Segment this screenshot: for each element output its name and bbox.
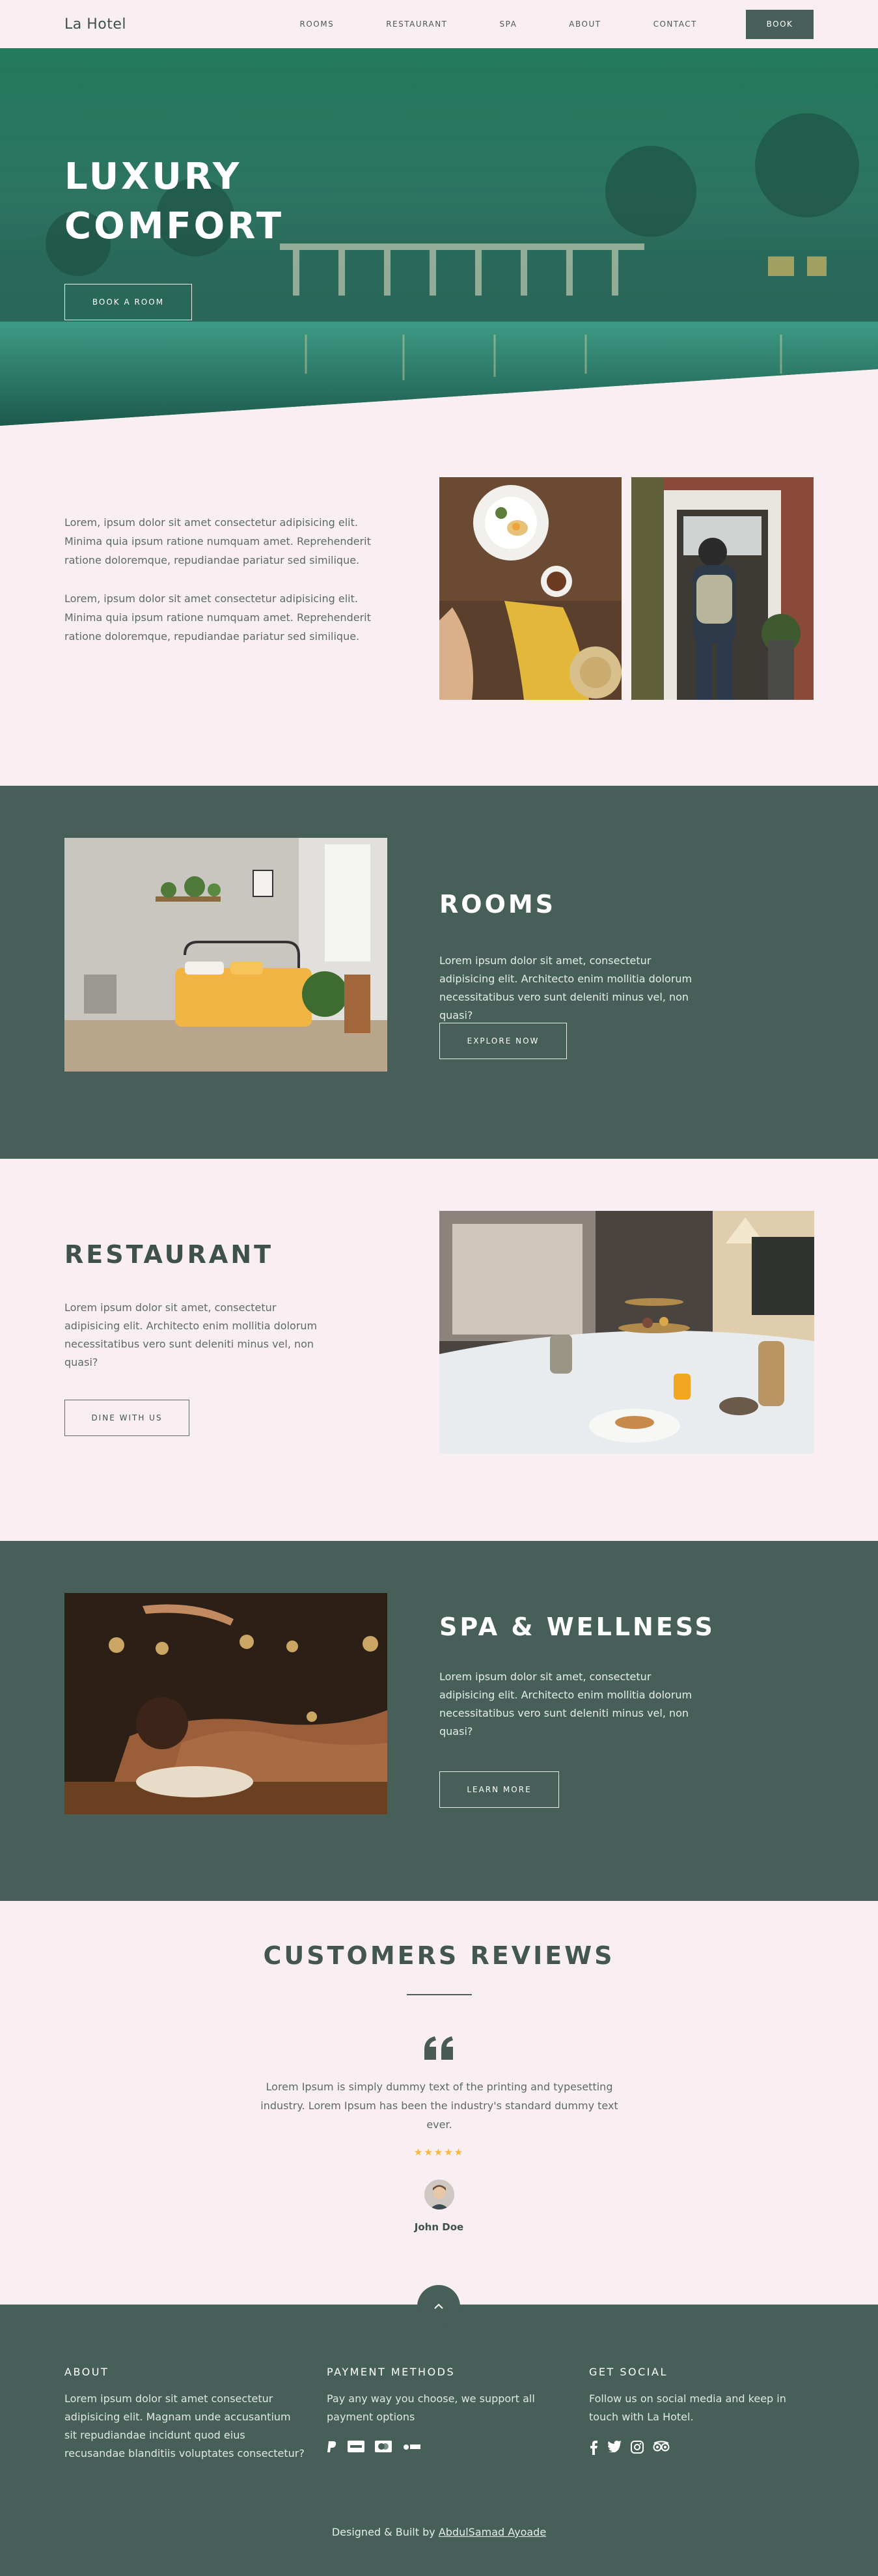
book-a-room-button[interactable]: BOOK A ROOM: [64, 284, 192, 320]
explore-now-button[interactable]: EXPLORE NOW: [439, 1023, 567, 1059]
avatar: [424, 2180, 454, 2209]
review-quote: Lorem Ipsum is simply dummy text of the …: [260, 2081, 618, 2131]
spa-title: SPA & WELLNESS: [439, 1613, 715, 1641]
top-nav: La Hotel ROOMS RESTAURANT SPA ABOUT CONT…: [0, 0, 878, 48]
credit-author-link[interactable]: AbdulSamad Ayoade: [439, 2526, 546, 2538]
intro-paragraph: Lorem, ipsum dolor sit amet consectetur …: [64, 592, 371, 643]
chevron-up-icon: [434, 2303, 443, 2309]
restaurant-section: RESTAURANT Lorem ipsum dolor sit amet, c…: [0, 1159, 878, 1541]
footer-payment: PAYMENT METHODS Pay any way you choose, …: [327, 2366, 548, 2454]
spa-photo: [64, 1593, 387, 1814]
social-icons: [589, 2441, 797, 2455]
reviewer-name: John Doe: [414, 2221, 464, 2233]
restaurant-title: RESTAURANT: [64, 1240, 274, 1269]
footer-payment-title: PAYMENT METHODS: [327, 2366, 456, 2378]
nav-link-about[interactable]: ABOUT: [569, 20, 601, 29]
nav-link-rooms[interactable]: ROOMS: [300, 20, 335, 29]
title-divider: [407, 1994, 472, 1995]
rooms-section: ROOMS Lorem ipsum dolor sit amet, consec…: [0, 786, 878, 1159]
brand-logo[interactable]: La Hotel: [64, 16, 126, 33]
footer-about-title: ABOUT: [64, 2366, 109, 2378]
book-button[interactable]: BOOK: [746, 9, 814, 39]
hero-title-line2: COMFORT: [64, 205, 284, 247]
footer-credit: Designed & Built by AbdulSamad Ayoade: [0, 2526, 878, 2538]
restaurant-text: Lorem ipsum dolor sit amet, consectetur …: [64, 1301, 318, 1368]
nav-link-spa[interactable]: SPA: [500, 20, 517, 29]
nav-links: ROOMS RESTAURANT SPA ABOUT CONTACT BOOK: [300, 9, 814, 39]
quote-icon: [424, 2036, 453, 2060]
twitter-icon[interactable]: [607, 2441, 622, 2455]
visa-icon: [348, 2441, 364, 2454]
instagram-icon[interactable]: [631, 2441, 644, 2455]
nav-link-contact[interactable]: CONTACT: [653, 20, 697, 29]
hero-title-line1: LUXURY: [64, 156, 242, 198]
footer-about: ABOUT Lorem ipsum dolor sit amet consect…: [64, 2366, 305, 2463]
nav-link-restaurant[interactable]: RESTAURANT: [386, 20, 447, 29]
payment-icons: [327, 2441, 548, 2454]
rooms-text: Lorem ipsum dolor sit amet, consectetur …: [439, 954, 693, 1021]
rooms-title: ROOMS: [439, 890, 556, 919]
hero-banner: LUXURY COMFORT BOOK A ROOM: [0, 48, 878, 426]
mastercard-icon: [375, 2441, 392, 2454]
footer-payment-text: Pay any way you choose, we support all p…: [327, 2392, 535, 2423]
footer-social: GET SOCIAL Follow us on social media and…: [589, 2366, 797, 2455]
traveler-photo: [631, 477, 814, 700]
spa-text: Lorem ipsum dolor sit amet, consectetur …: [439, 1670, 693, 1738]
hero-title: LUXURY COMFORT: [64, 152, 390, 251]
intro-text: Lorem, ipsum dolor sit amet consectetur …: [64, 513, 377, 665]
dine-with-us-button[interactable]: DINE WITH US: [64, 1400, 189, 1436]
tripadvisor-icon[interactable]: [653, 2441, 670, 2455]
facebook-icon[interactable]: [589, 2441, 598, 2455]
footer-about-text: Lorem ipsum dolor sit amet consectetur a…: [64, 2392, 305, 2459]
learn-more-button[interactable]: LEARN MORE: [439, 1771, 559, 1808]
breakfast-photo: [439, 477, 622, 700]
footer-social-text: Follow us on social media and keep in to…: [589, 2392, 786, 2423]
paypal-icon: [327, 2441, 337, 2454]
intro-paragraph: Lorem, ipsum dolor sit amet consectetur …: [64, 516, 371, 566]
rooms-photo: [64, 838, 387, 1072]
scroll-to-top-button[interactable]: [417, 2285, 460, 2328]
spa-section: SPA & WELLNESS Lorem ipsum dolor sit ame…: [0, 1541, 878, 1901]
rating-stars: ★★★★★: [413, 2146, 465, 2158]
apple-pay-icon: [402, 2441, 422, 2454]
credit-prefix: Designed & Built by: [331, 2526, 435, 2538]
restaurant-photo: [439, 1211, 814, 1454]
reviews-title: CUSTOMERS REVIEWS: [263, 1941, 615, 1970]
footer-social-title: GET SOCIAL: [589, 2366, 668, 2378]
